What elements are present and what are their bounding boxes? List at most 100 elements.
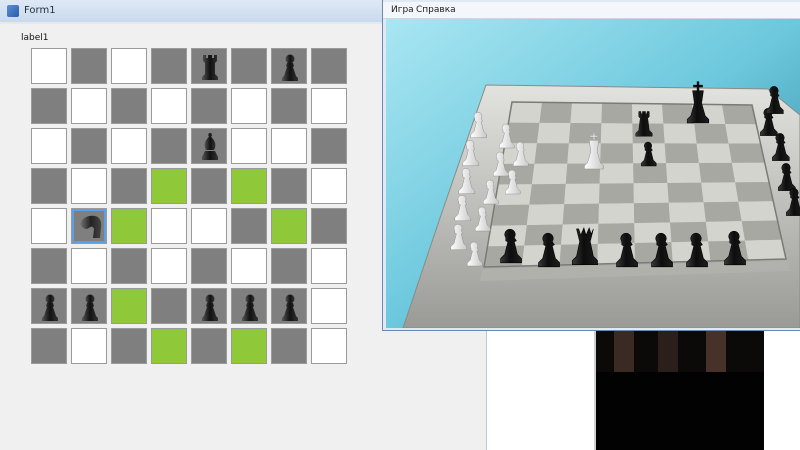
board3d-square[interactable]: [633, 182, 669, 204]
board-cell[interactable]: [71, 48, 107, 84]
board3d-square[interactable]: [667, 182, 704, 203]
board-cell[interactable]: [31, 128, 67, 164]
board-cell[interactable]: [311, 168, 347, 204]
board-cell[interactable]: [271, 248, 307, 284]
board-cell-highlighted[interactable]: [271, 208, 307, 244]
board3d-square[interactable]: [599, 183, 634, 204]
board3d-square[interactable]: [666, 163, 702, 183]
board-cell[interactable]: [71, 128, 107, 164]
board-cell[interactable]: [311, 288, 347, 324]
board3d-square[interactable]: [741, 220, 782, 241]
board-cell[interactable]: [151, 88, 187, 124]
board3d-square[interactable]: [508, 102, 543, 123]
board3d-square[interactable]: [694, 123, 729, 144]
board3d-square[interactable]: [534, 143, 569, 164]
board3d-square[interactable]: [701, 182, 739, 203]
menu-game[interactable]: Игра: [391, 5, 414, 15]
board-cell[interactable]: [271, 168, 307, 204]
board-cell[interactable]: [151, 128, 187, 164]
board-cell[interactable]: [31, 248, 67, 284]
board3d-square[interactable]: [599, 163, 634, 184]
board3d-square[interactable]: [600, 123, 633, 144]
board-cell[interactable]: [31, 328, 67, 364]
board3d-square[interactable]: [744, 239, 786, 260]
board-cell[interactable]: [271, 48, 307, 84]
board-cell[interactable]: [191, 208, 227, 244]
board-cell[interactable]: [111, 248, 147, 284]
board-cell[interactable]: [111, 88, 147, 124]
board-cell[interactable]: [191, 88, 227, 124]
board3d-square[interactable]: [526, 204, 565, 226]
board-cell[interactable]: [311, 48, 347, 84]
board-cell[interactable]: [311, 128, 347, 164]
board-cell[interactable]: [151, 48, 187, 84]
board-cell[interactable]: [191, 48, 227, 84]
board-cell[interactable]: [191, 128, 227, 164]
board3d-square[interactable]: [703, 201, 742, 222]
board-cell[interactable]: [231, 248, 267, 284]
board3d-square[interactable]: [524, 224, 563, 246]
board-cell[interactable]: [31, 288, 67, 324]
board3d-square[interactable]: [562, 203, 600, 225]
board-cell[interactable]: [71, 288, 107, 324]
board-cell[interactable]: [151, 248, 187, 284]
menu-help[interactable]: Справка: [416, 5, 456, 15]
board-cell-highlighted[interactable]: [231, 168, 267, 204]
board-cell-highlighted[interactable]: [151, 168, 187, 204]
board3d-square[interactable]: [663, 123, 697, 144]
board3d-square[interactable]: [664, 143, 699, 164]
board-cell[interactable]: [71, 88, 107, 124]
board-cell[interactable]: [71, 328, 107, 364]
board3d-square[interactable]: [531, 163, 568, 185]
board-cell-highlighted[interactable]: [231, 328, 267, 364]
board3d-square[interactable]: [539, 102, 572, 124]
board3d-square[interactable]: [735, 182, 774, 202]
board-cell[interactable]: [111, 168, 147, 204]
board3d-square[interactable]: [529, 183, 566, 205]
board-cell[interactable]: [231, 208, 267, 244]
chess-3d-view[interactable]: [386, 19, 800, 328]
board3d-square[interactable]: [598, 203, 635, 224]
board3d-square[interactable]: [670, 221, 709, 243]
board-cell[interactable]: [111, 328, 147, 364]
board-cell[interactable]: [311, 208, 347, 244]
board-cell[interactable]: [311, 248, 347, 284]
board-cell[interactable]: [31, 48, 67, 84]
board3d-square[interactable]: [738, 201, 778, 222]
board-cell[interactable]: [231, 48, 267, 84]
board-cell[interactable]: [31, 88, 67, 124]
board-cell[interactable]: [231, 128, 267, 164]
board3d-square[interactable]: [728, 143, 765, 163]
board-cell[interactable]: [271, 88, 307, 124]
board-cell[interactable]: [271, 288, 307, 324]
board-cell[interactable]: [271, 328, 307, 364]
board-cell-highlighted[interactable]: [111, 288, 147, 324]
board-cell[interactable]: [191, 168, 227, 204]
board3d-square[interactable]: [668, 202, 706, 223]
board-cell[interactable]: [311, 328, 347, 364]
board-cell[interactable]: [31, 208, 67, 244]
board-cell[interactable]: [71, 208, 107, 244]
board3d-square[interactable]: [698, 162, 736, 183]
board-cell[interactable]: [111, 128, 147, 164]
board-cell[interactable]: [191, 248, 227, 284]
board3d-square[interactable]: [725, 124, 761, 144]
board-cell[interactable]: [231, 288, 267, 324]
board3d-square[interactable]: [570, 102, 602, 124]
board-cell-highlighted[interactable]: [111, 208, 147, 244]
board-cell[interactable]: [231, 88, 267, 124]
board-cell-highlighted[interactable]: [151, 328, 187, 364]
board-cell[interactable]: [271, 128, 307, 164]
board-cell[interactable]: [191, 288, 227, 324]
board3d-square[interactable]: [536, 122, 571, 144]
board-cell[interactable]: [151, 208, 187, 244]
board3d-square[interactable]: [601, 103, 633, 124]
board-cell[interactable]: [71, 168, 107, 204]
board3d-square[interactable]: [696, 143, 732, 164]
board3d-square[interactable]: [491, 204, 530, 226]
board3d-square[interactable]: [600, 143, 634, 164]
board3d-square[interactable]: [564, 183, 600, 205]
board-cell[interactable]: [111, 48, 147, 84]
board-cell[interactable]: [31, 168, 67, 204]
board-cell[interactable]: [311, 88, 347, 124]
